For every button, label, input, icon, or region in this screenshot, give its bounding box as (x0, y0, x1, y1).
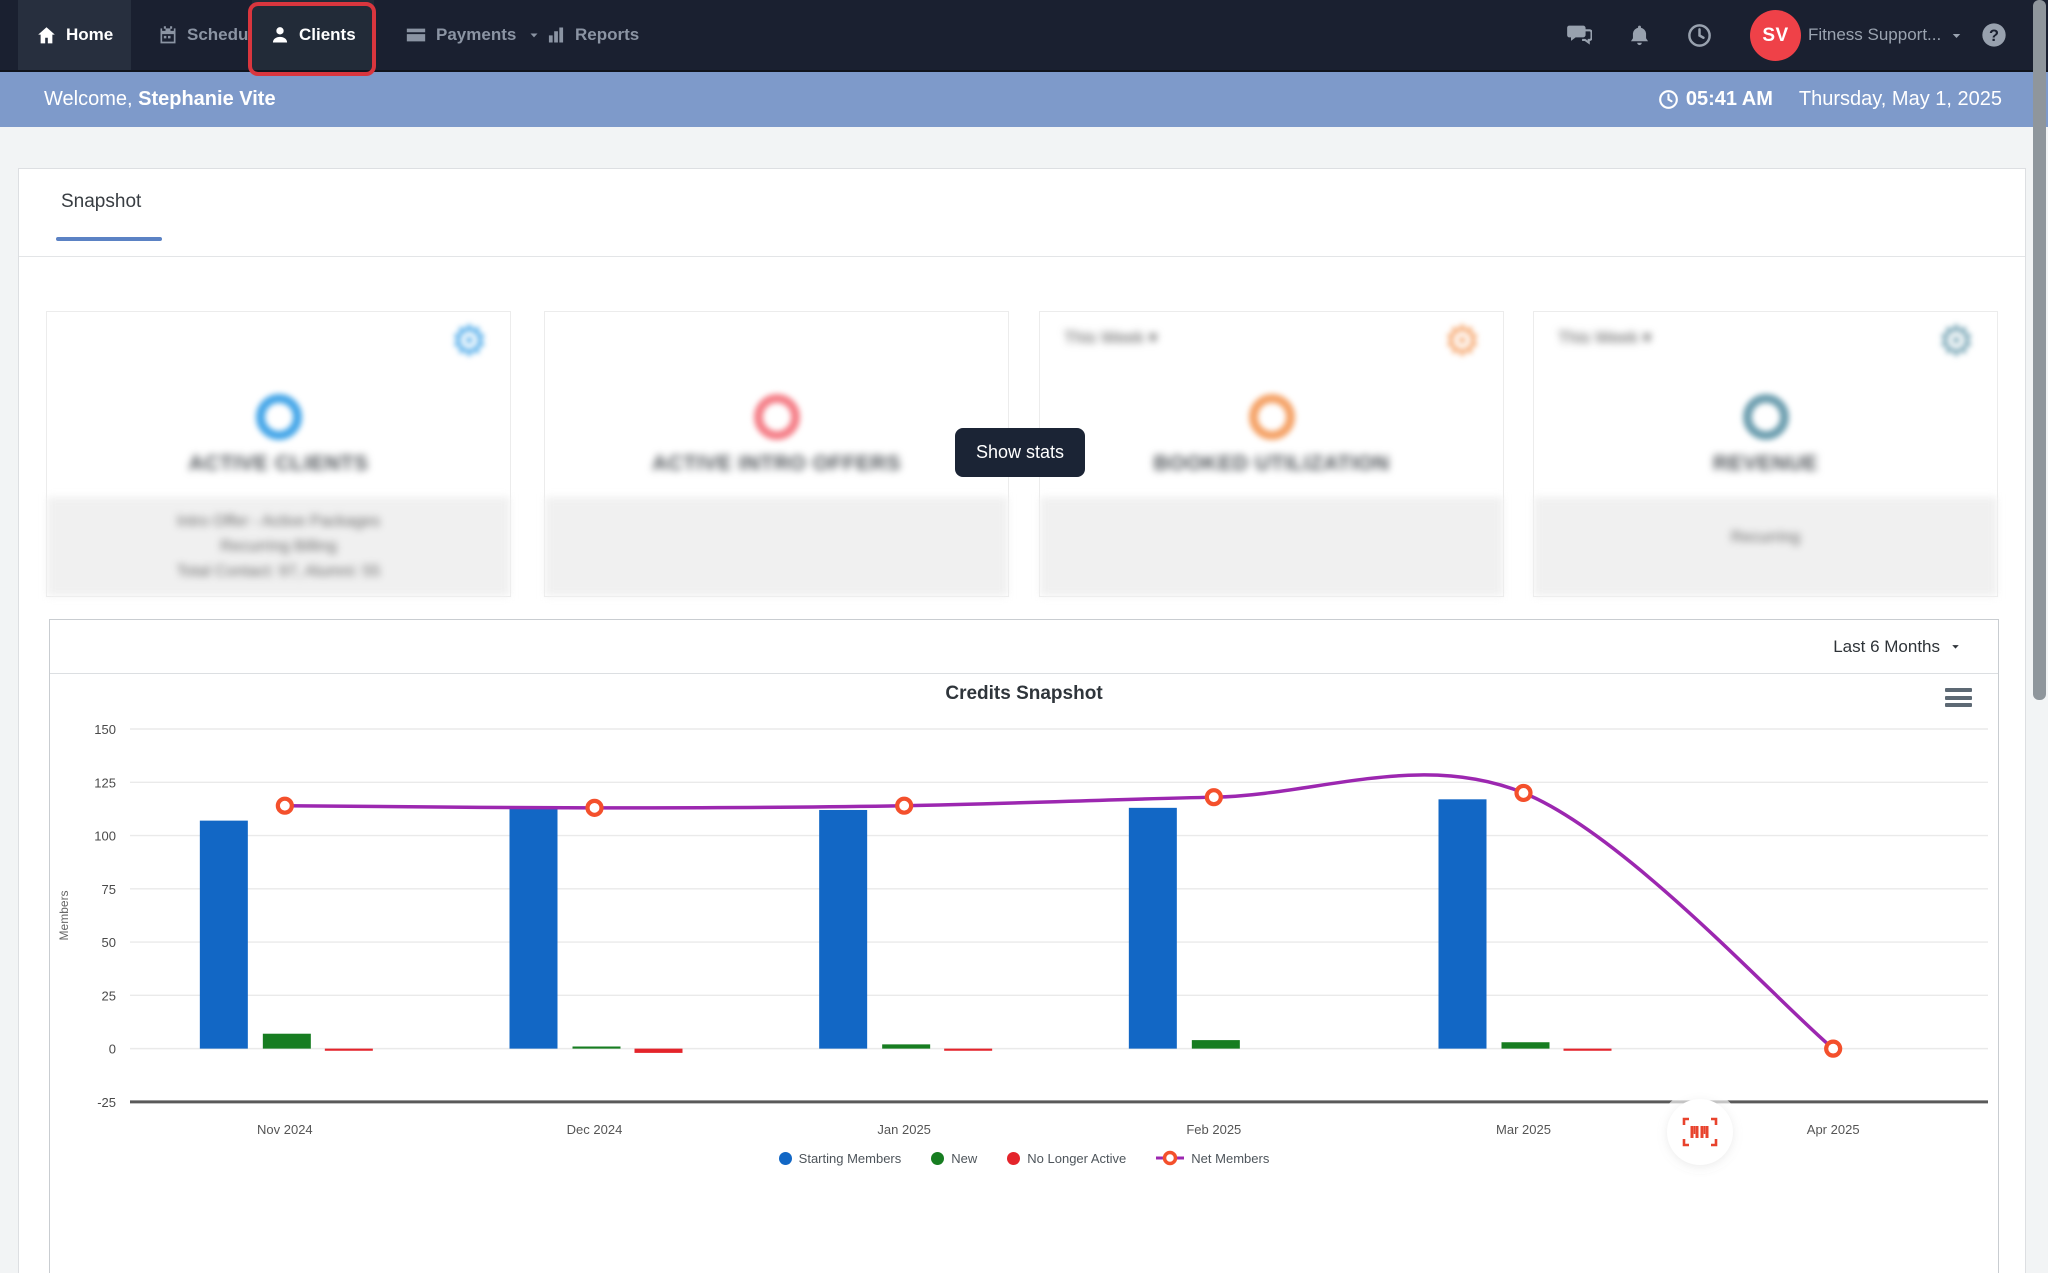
home-icon (38, 26, 55, 43)
current-date: Thursday, May 1, 2025 (1798, 88, 2002, 110)
legend-label: New (951, 1150, 978, 1166)
footer-line: Intro Offer - Active Packages (176, 513, 381, 530)
legend-item[interactable]: No Longer Active (1007, 1151, 1126, 1166)
calendar-icon (160, 26, 176, 44)
tab-snapshot[interactable]: Snapshot (61, 191, 141, 213)
stat-card-footer: Intro Offer - Active Packages Recurring … (47, 497, 510, 596)
stat-card-footer (1040, 497, 1503, 596)
svg-text:50: 50 (102, 935, 116, 950)
legend-item[interactable]: Starting Members (778, 1150, 902, 1166)
svg-text:25: 25 (102, 988, 116, 1003)
line-marker-icon (1156, 1150, 1185, 1166)
svg-text:150: 150 (94, 722, 116, 737)
loading-spinner-icon (255, 394, 302, 440)
credits-snapshot-card: Last 6 Months Credits Snapshot 150 125 100… (49, 619, 1999, 1273)
tab-divider (19, 256, 2025, 257)
legend-label: Net Members (1191, 1150, 1270, 1166)
legend-item[interactable]: Net Members (1156, 1150, 1269, 1166)
legend-dot-icon (931, 1151, 945, 1165)
footer-line: Recurring (1730, 529, 1801, 546)
footer-line: Recurring Billing (220, 538, 337, 555)
period-selector[interactable]: This Week ▾ (1558, 328, 1651, 348)
top-nav: Home Schedule Clients Payments Reports S (0, 0, 2048, 72)
svg-text:?: ? (1989, 27, 1999, 45)
dashboard-page: Home Schedule Clients Payments Reports S (0, 0, 2048, 1273)
show-stats-button[interactable]: Show stats (955, 428, 1085, 477)
welcome-greeting: Welcome, Stephanie Vite (44, 88, 276, 111)
settings-icon[interactable]: ⚙ (1443, 320, 1481, 362)
greeting-prefix: Welcome, (44, 88, 139, 110)
nav-item-home[interactable]: Home (18, 0, 132, 70)
chevron-down-icon (1952, 33, 1961, 38)
welcome-bar: Welcome, Stephanie Vite 05:41 AM Thursda… (0, 72, 2048, 127)
loading-spinner-icon (1248, 394, 1295, 440)
footer-line: Total Contact: 97, Alumni: 55 (176, 563, 381, 580)
credits-chart: 150 125 100 75 50 25 0 -25 Members Nov 2024 Dec 20… (57, 722, 1988, 1137)
stat-card-title: ACTIVE INTRO OFFERS (652, 452, 901, 475)
legend-label: No Longer Active (1027, 1150, 1127, 1166)
stat-card-title: BOOKED UTILIZATION (1153, 452, 1390, 475)
scrollbar-thumb[interactable] (2033, 0, 2046, 700)
svg-text:Dec 2024: Dec 2024 (567, 1122, 623, 1137)
clock-icon (1658, 90, 1678, 109)
svg-text:Members: Members (57, 890, 71, 940)
bell-icon[interactable] (1617, 0, 1661, 70)
loading-spinner-icon (1742, 394, 1789, 440)
bar-chart-icon (548, 27, 564, 43)
legend-label: Starting Members (798, 1150, 902, 1166)
stat-card-title: REVENUE (1712, 452, 1819, 475)
nav-item-label: Clients (299, 25, 356, 44)
credit-card-icon (406, 28, 426, 42)
svg-text:Nov 2024: Nov 2024 (257, 1122, 313, 1137)
svg-text:-25: -25 (97, 1095, 116, 1110)
svg-text:125: 125 (94, 775, 116, 790)
clock-icon[interactable] (1677, 0, 1721, 70)
svg-text:Apr 2025: Apr 2025 (1807, 1122, 1860, 1137)
legend-item[interactable]: New (931, 1151, 977, 1166)
barcode-icon (1682, 1117, 1718, 1147)
help-icon[interactable]: ? (1972, 0, 2016, 70)
settings-icon[interactable]: ⚙ (1937, 320, 1975, 362)
settings-icon[interactable]: ⚙ (450, 320, 488, 362)
account-label: Fitness Support... (1808, 25, 1942, 44)
stat-card-revenue[interactable]: This Week ▾ ⚙ REVENUE Recurring (1533, 311, 1998, 597)
range-dropdown[interactable]: Last 6 Months (1833, 637, 1962, 657)
nav-item-label: Home (66, 25, 114, 44)
svg-text:Feb 2025: Feb 2025 (1186, 1122, 1241, 1137)
svg-text:Jan 2025: Jan 2025 (877, 1122, 931, 1137)
svg-text:75: 75 (102, 882, 116, 897)
floating-scan-widget[interactable] (1667, 1099, 1733, 1165)
nav-item-clients[interactable]: Clients (252, 0, 374, 70)
account-menu[interactable]: Fitness Support... (1808, 0, 1964, 70)
user-name: Stephanie Vite (138, 88, 276, 110)
loading-spinner-icon (753, 394, 800, 440)
current-time: 05:41 AM (1658, 88, 1773, 111)
svg-text:0: 0 (109, 1042, 116, 1057)
period-selector[interactable]: This Week ▾ (1064, 328, 1157, 348)
chat-icon[interactable] (1556, 0, 1600, 70)
nav-item-reports[interactable]: Reports (528, 0, 657, 70)
chart-header: Last 6 Months (50, 620, 1998, 674)
stat-card-active-clients[interactable]: ⚙ ACTIVE CLIENTS Intro Offer - Active Pa… (46, 311, 511, 597)
tab-active-underline (56, 237, 162, 241)
legend-dot-icon (1007, 1151, 1021, 1165)
stat-card-footer: Recurring (1534, 497, 1997, 596)
chevron-down-icon (1952, 645, 1959, 649)
svg-text:Mar 2025: Mar 2025 (1496, 1122, 1551, 1137)
person-icon (272, 27, 288, 43)
range-label: Last 6 Months (1833, 636, 1940, 656)
stat-card-footer (545, 497, 1008, 596)
snapshot-panel: Snapshot ⚙ ACTIVE CLIENTS Intro Offer - … (18, 168, 2026, 1273)
legend-dot-icon (778, 1151, 792, 1165)
stat-card-active-intro-offers[interactable]: ACTIVE INTRO OFFERS (544, 311, 1009, 597)
nav-item-label: Reports (575, 25, 640, 44)
avatar[interactable]: SV (1750, 10, 1801, 61)
svg-text:100: 100 (94, 829, 116, 844)
stat-card-booked-utilization[interactable]: This Week ▾ ⚙ BOOKED UTILIZATION (1039, 311, 1504, 597)
nav-item-label: Payments (436, 25, 517, 44)
stat-card-title: ACTIVE CLIENTS (188, 452, 369, 475)
